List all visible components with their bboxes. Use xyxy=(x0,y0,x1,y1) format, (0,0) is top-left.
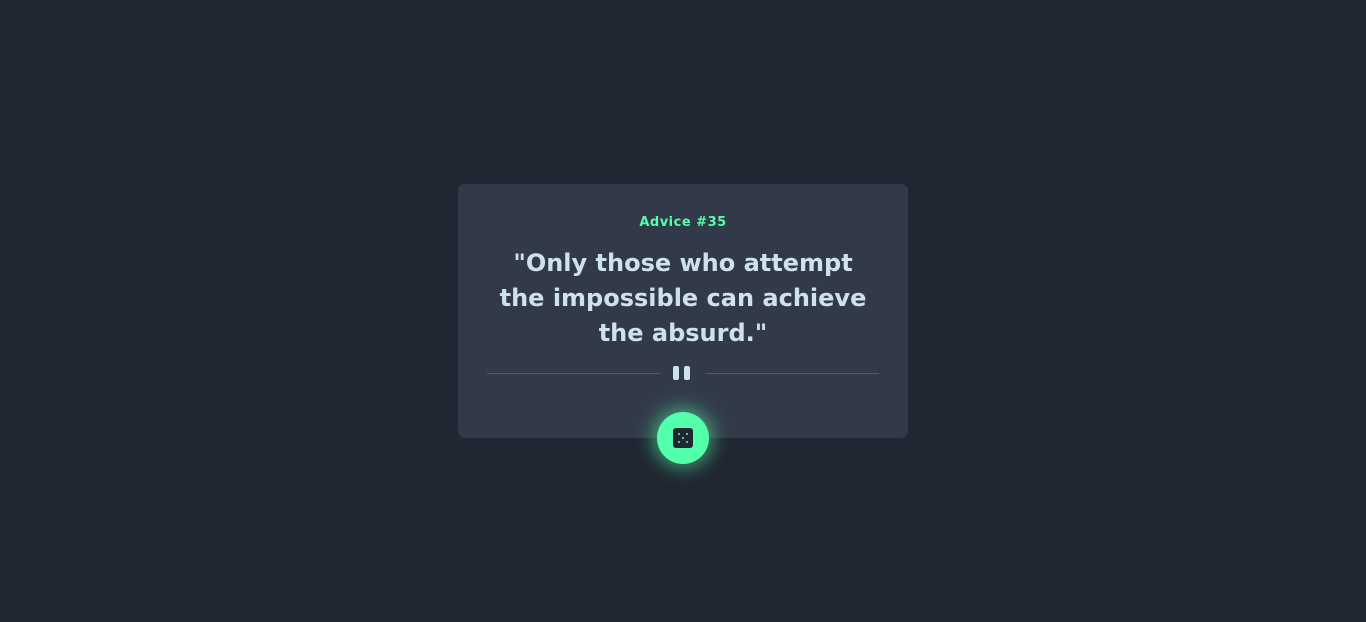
divider-line-left xyxy=(487,373,660,374)
divider xyxy=(487,366,879,380)
new-advice-button[interactable] xyxy=(657,412,709,464)
advice-quote: "Only those who attempt the impossible c… xyxy=(499,249,867,347)
divider-line-right xyxy=(706,373,879,374)
advice-number: Advice #35 xyxy=(639,215,727,230)
dice-icon xyxy=(673,428,693,448)
advice-card: Advice #35 "Only those who attempt the i… xyxy=(458,184,908,438)
pause-icon xyxy=(673,366,693,380)
